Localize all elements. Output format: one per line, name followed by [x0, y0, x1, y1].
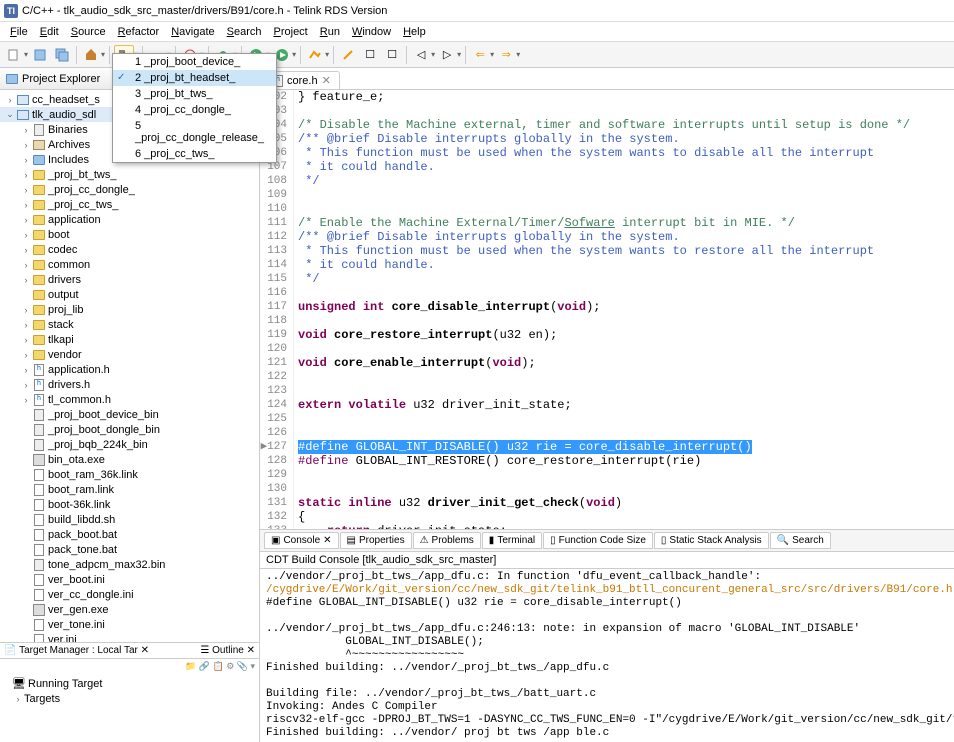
build-config-popup: 1 _proj_boot_device_✓2 _proj_bt_headset_… — [112, 53, 277, 163]
tree-item[interactable]: boot-36k.link — [0, 497, 259, 512]
project-explorer-title: Project Explorer — [22, 73, 100, 85]
window-title: C/C++ - tlk_audio_sdk_src_master/drivers… — [22, 5, 387, 17]
popup-item[interactable]: 4 _proj_cc_dongle_ — [113, 102, 276, 118]
outline-tab[interactable]: ☰ Outline ✕ — [200, 645, 255, 656]
popup-item[interactable]: 1 _proj_boot_device_ — [113, 54, 276, 70]
profile-icon[interactable] — [305, 45, 325, 65]
tree-item[interactable]: ›drivers — [0, 272, 259, 287]
toggle-icon[interactable]: ☐ — [360, 45, 380, 65]
tree-item[interactable]: ›_proj_cc_dongle_ — [0, 182, 259, 197]
tree-item[interactable]: ver.ini — [0, 632, 259, 642]
editor-tabs: core.h ✕ — [260, 68, 954, 90]
console-output[interactable]: ../vendor/_proj_bt_tws_/app_dfu.c: In fu… — [260, 569, 954, 742]
tree-item[interactable]: ›application.h — [0, 362, 259, 377]
save-icon[interactable] — [30, 45, 50, 65]
console-title: CDT Build Console [tlk_audio_sdk_src_mas… — [260, 552, 954, 569]
console-tabs: ▣ Console ✕ ▤ Properties ⚠ Problems ▮ Te… — [260, 530, 954, 552]
tree-item[interactable]: ›vendor — [0, 347, 259, 362]
tree-item[interactable]: ›boot — [0, 227, 259, 242]
app-icon: TI — [4, 4, 18, 18]
code-editor[interactable]: 102 103 104 105 106 107 108 109 110 111 … — [260, 90, 954, 529]
tree-item[interactable]: ›codec — [0, 242, 259, 257]
explorer-icon — [6, 74, 18, 84]
running-target[interactable]: 🖥Running Target — [8, 676, 251, 691]
menu-navigate[interactable]: Navigate — [165, 24, 220, 40]
tree-item[interactable]: _proj_boot_dongle_bin — [0, 422, 259, 437]
tree-item[interactable]: boot_ram.link — [0, 482, 259, 497]
func-size-tab[interactable]: ▯ Function Code Size — [543, 532, 653, 549]
menu-file[interactable]: File — [4, 24, 34, 40]
popup-item[interactable]: ✓2 _proj_bt_headset_ — [113, 70, 276, 86]
tree-item[interactable]: ver_cc_dongle.ini — [0, 587, 259, 602]
back-icon[interactable]: ⇐ — [470, 45, 490, 65]
menu-edit[interactable]: Edit — [34, 24, 65, 40]
nav-fwd-icon[interactable]: ▷ — [437, 45, 457, 65]
menu-bar[interactable]: File Edit Source Refactor Navigate Searc… — [0, 22, 954, 42]
targets-node[interactable]: ›Targets — [8, 691, 251, 706]
tree-item[interactable]: ›drivers.h — [0, 377, 259, 392]
tree-item[interactable]: ver_gen.exe — [0, 602, 259, 617]
menu-window[interactable]: Window — [346, 24, 397, 40]
problems-tab[interactable]: ⚠ Problems — [413, 532, 481, 549]
tree-item[interactable]: ›_proj_bt_tws_ — [0, 167, 259, 182]
search-tab[interactable]: 🔍 Search — [770, 532, 831, 549]
menu-source[interactable]: Source — [65, 24, 112, 40]
terminal-tab[interactable]: ▮ Terminal — [482, 532, 542, 549]
tree-item[interactable]: output — [0, 287, 259, 302]
menu-help[interactable]: Help — [397, 24, 432, 40]
properties-tab[interactable]: ▤ Properties — [340, 532, 412, 549]
target-manager-tab[interactable]: 📄 Target Manager : Local Tar ✕ — [4, 645, 149, 656]
toggle2-icon[interactable]: ☐ — [382, 45, 402, 65]
tree-item[interactable]: bin_ota.exe — [0, 452, 259, 467]
tree-item[interactable]: ›stack — [0, 317, 259, 332]
fwd-icon[interactable]: ⇒ — [496, 45, 516, 65]
tree-item[interactable]: ›tlkapi — [0, 332, 259, 347]
popup-item[interactable]: 6 _proj_cc_tws_ — [113, 146, 276, 162]
tree-item[interactable]: pack_boot.bat — [0, 527, 259, 542]
tree-item[interactable]: build_libdd.sh — [0, 512, 259, 527]
stack-tab[interactable]: ▯ Static Stack Analysis — [654, 532, 769, 549]
tree-item[interactable]: ›tl_common.h — [0, 392, 259, 407]
tree-item[interactable]: ›application — [0, 212, 259, 227]
tree-item[interactable]: tone_adpcm_max32.bin — [0, 557, 259, 572]
build-icon[interactable] — [81, 45, 101, 65]
tree-item[interactable]: _proj_boot_device_bin — [0, 407, 259, 422]
menu-run[interactable]: Run — [314, 24, 346, 40]
project-tree[interactable]: ›cc_headset_s⌄tlk_audio_sdl›Binaries›Arc… — [0, 90, 259, 642]
popup-item[interactable]: 5 _proj_cc_dongle_release_ — [113, 118, 276, 146]
wand-icon[interactable] — [338, 45, 358, 65]
console-tab[interactable]: ▣ Console ✕ — [264, 532, 339, 549]
menu-search[interactable]: Search — [221, 24, 268, 40]
menu-refactor[interactable]: Refactor — [112, 24, 166, 40]
tree-item[interactable]: ›_proj_cc_tws_ — [0, 197, 259, 212]
save-all-icon[interactable] — [52, 45, 72, 65]
tree-item[interactable]: ver_tone.ini — [0, 617, 259, 632]
nav-back-icon[interactable]: ◁ — [411, 45, 431, 65]
tree-item[interactable]: ›proj_lib — [0, 302, 259, 317]
tree-item[interactable]: boot_ram_36k.link — [0, 467, 259, 482]
popup-item[interactable]: 3 _proj_bt_tws_ — [113, 86, 276, 102]
tree-item[interactable]: ver_boot.ini — [0, 572, 259, 587]
new-icon[interactable] — [4, 45, 24, 65]
title-bar: TI C/C++ - tlk_audio_sdk_src_master/driv… — [0, 0, 954, 22]
close-tab-icon[interactable]: ✕ — [322, 74, 331, 87]
menu-project[interactable]: Project — [268, 24, 314, 40]
tree-item[interactable]: pack_tone.bat — [0, 542, 259, 557]
tree-item[interactable]: ›common — [0, 257, 259, 272]
tree-item[interactable]: _proj_bqb_224k_bin — [0, 437, 259, 452]
